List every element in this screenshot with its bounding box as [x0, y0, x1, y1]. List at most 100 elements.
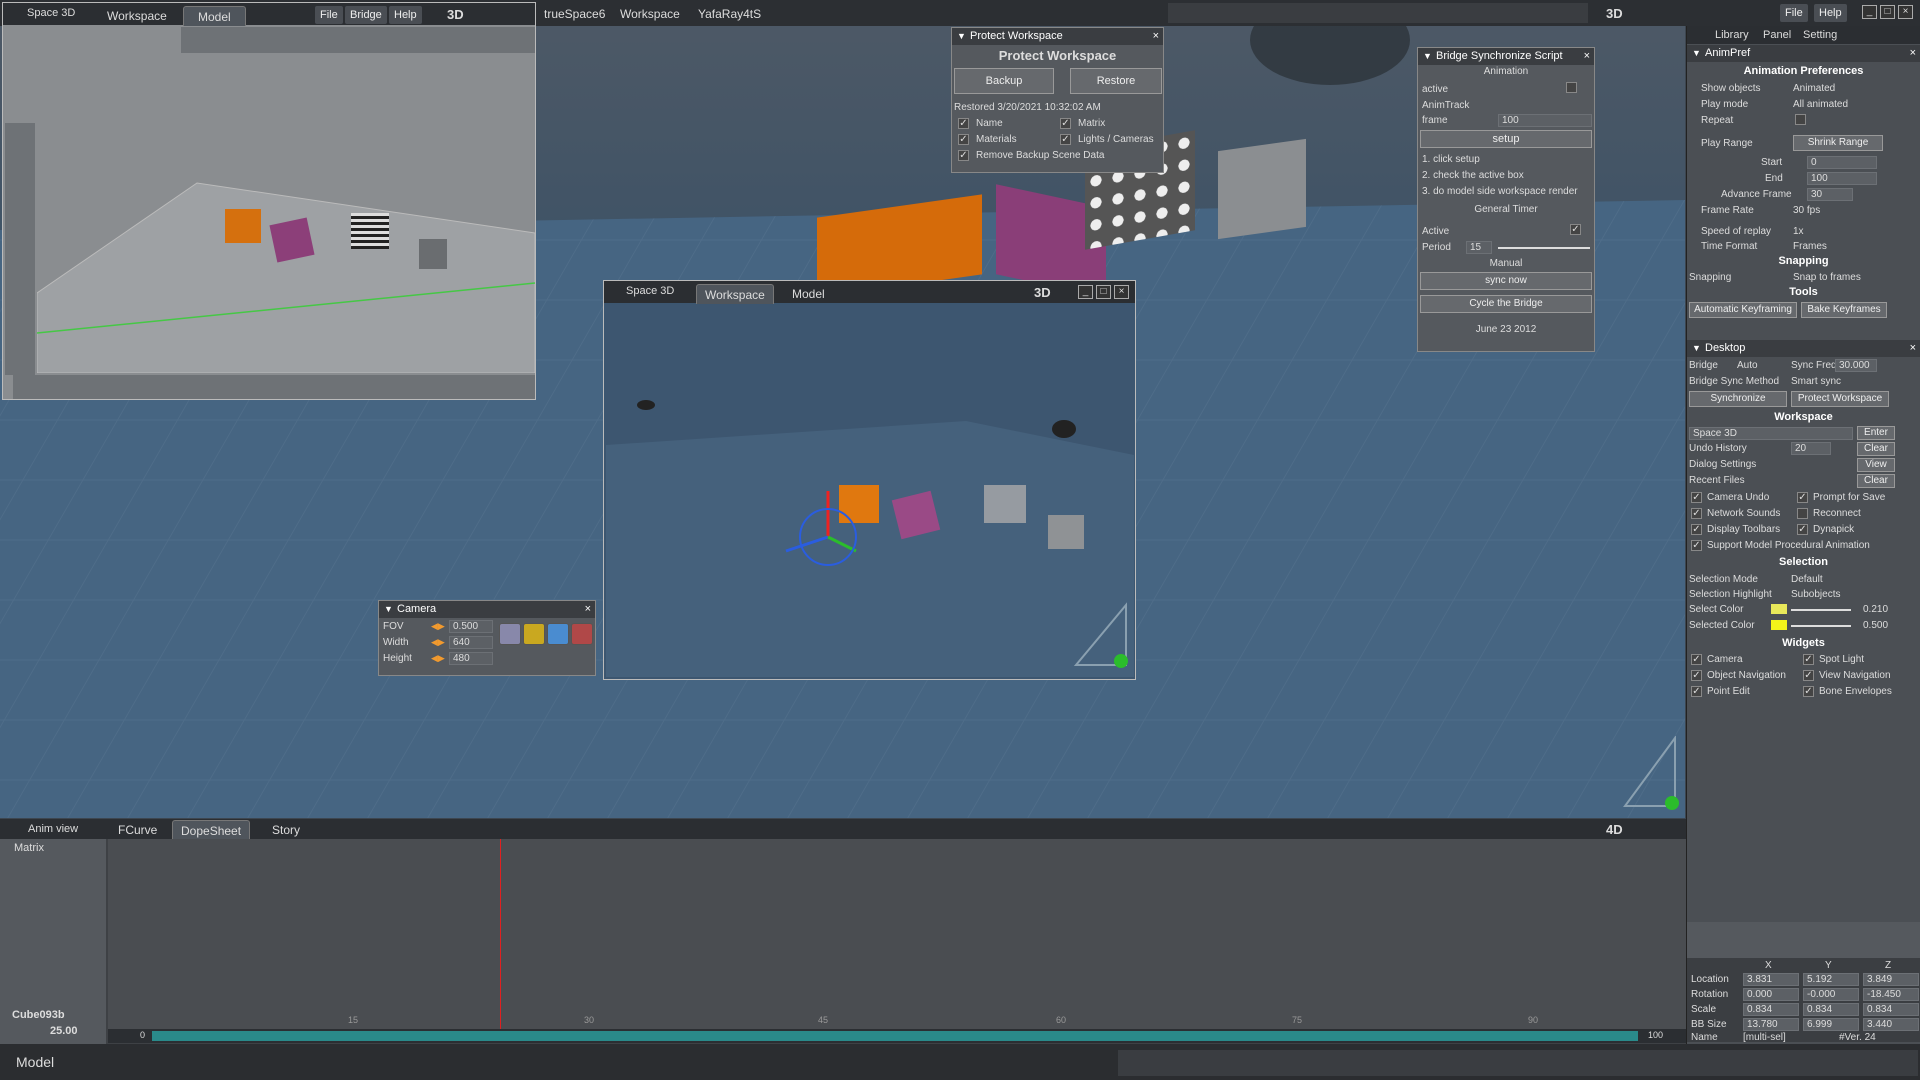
prompt-save-checkbox[interactable]: ✓ — [1797, 492, 1808, 503]
close-icon[interactable]: × — [1910, 45, 1916, 62]
bridge-value[interactable]: Auto — [1737, 360, 1758, 371]
undo-history-value[interactable]: 20 — [1791, 442, 1831, 455]
bridge-sync-method-value[interactable]: Smart sync — [1791, 376, 1841, 387]
fov-value[interactable]: 0.500 — [449, 620, 493, 633]
location-x[interactable]: 3.831 — [1743, 973, 1799, 986]
tab-library[interactable]: Library — [1715, 29, 1749, 41]
width-arrows-icon[interactable]: ◀▶ — [431, 637, 445, 648]
height-arrows-icon[interactable]: ◀▶ — [431, 653, 445, 664]
tab-dopesheet[interactable]: DopeSheet — [172, 820, 251, 840]
remove-backup-checkbox[interactable]: ✓ — [958, 150, 969, 161]
reconnect-checkbox[interactable] — [1797, 508, 1808, 519]
cycle-bridge-button[interactable]: Cycle the Bridge — [1420, 295, 1592, 313]
mini-menu-help[interactable]: Help — [389, 6, 422, 24]
camera-icon[interactable] — [547, 623, 569, 645]
restore-button[interactable]: Restore — [1070, 68, 1162, 94]
close-button[interactable]: × — [1898, 5, 1913, 19]
menu-file[interactable]: File — [1780, 4, 1808, 22]
fov-arrows-icon[interactable]: ◀▶ — [431, 621, 445, 632]
clear-undo-button[interactable]: Clear — [1857, 442, 1895, 456]
point-edit-checkbox[interactable]: ✓ — [1691, 686, 1702, 697]
axes-icon[interactable] — [571, 623, 593, 645]
tab-setting[interactable]: Setting — [1803, 29, 1837, 41]
light-icon[interactable] — [523, 623, 545, 645]
protect-workspace-button[interactable]: Protect Workspace — [1791, 391, 1889, 407]
view-navigation-checkbox[interactable]: ✓ — [1803, 670, 1814, 681]
close-icon[interactable]: × — [585, 601, 591, 618]
playhead[interactable] — [500, 839, 501, 1029]
bbsize-x[interactable]: 13.780 — [1743, 1018, 1799, 1031]
nav-widget-main[interactable] — [1620, 736, 1680, 812]
backup-button[interactable]: Backup — [954, 68, 1054, 94]
camera-widget-checkbox[interactable]: ✓ — [1691, 654, 1702, 665]
tab-story[interactable]: Story — [264, 820, 308, 840]
active-checkbox[interactable] — [1566, 82, 1577, 93]
time-format-value[interactable]: Frames — [1793, 241, 1827, 252]
selected-color-slider[interactable] — [1791, 625, 1851, 627]
menu-help[interactable]: Help — [1814, 4, 1847, 22]
frame-value[interactable]: 100 — [1498, 114, 1592, 127]
current-frame[interactable]: 25.00 — [50, 1025, 78, 1037]
selection-highlight-value[interactable]: Subobjects — [1791, 589, 1840, 600]
play-mode-value[interactable]: All animated — [1793, 99, 1848, 110]
sync-freq-value[interactable]: 30.000 — [1835, 359, 1877, 372]
selected-color-swatch[interactable] — [1771, 620, 1787, 630]
space-3d-field[interactable]: Space 3D — [1689, 427, 1853, 440]
location-y[interactable]: 5.192 — [1803, 973, 1859, 986]
close-icon[interactable]: × — [1910, 340, 1916, 357]
tab-fcurve[interactable]: FCurve — [110, 820, 165, 840]
render-minimize-button[interactable]: _ — [1078, 285, 1093, 299]
object-navigation-checkbox[interactable]: ✓ — [1691, 670, 1702, 681]
tab-truespace6[interactable]: trueSpace6 — [536, 4, 613, 24]
lights-checkbox[interactable]: ✓ — [1060, 134, 1071, 145]
tab-panel[interactable]: Panel — [1763, 29, 1791, 41]
mini-menu-bridge[interactable]: Bridge — [345, 6, 387, 24]
mini-grey-cube[interactable] — [419, 239, 447, 269]
synchronize-button[interactable]: Synchronize — [1689, 391, 1787, 407]
snapping-value[interactable]: Snap to frames — [1793, 272, 1861, 283]
name-value[interactable]: [multi-sel] — [1743, 1032, 1786, 1043]
rotation-z[interactable]: -18.450 — [1863, 988, 1919, 1001]
close-icon[interactable]: × — [1153, 28, 1159, 45]
matrix-checkbox[interactable]: ✓ — [1060, 118, 1071, 129]
close-icon[interactable]: × — [1584, 48, 1590, 65]
mini-orange-cube[interactable] — [225, 209, 261, 243]
automatic-keyframing-button[interactable]: Automatic Keyframing — [1689, 302, 1797, 318]
advance-frame-value[interactable]: 30 — [1807, 188, 1853, 201]
speed-replay-value[interactable]: 1x — [1793, 226, 1804, 237]
dynapick-checkbox[interactable]: ✓ — [1797, 524, 1808, 535]
mini-grid-cube[interactable] — [351, 213, 389, 249]
main-mode-3d[interactable]: 3D — [1606, 6, 1623, 21]
end-value[interactable]: 100 — [1807, 172, 1877, 185]
tab-workspace[interactable]: Workspace — [612, 4, 688, 24]
location-z[interactable]: 3.849 — [1863, 973, 1919, 986]
clear-recent-button[interactable]: Clear — [1857, 474, 1895, 488]
width-value[interactable]: 640 — [449, 636, 493, 649]
bbsize-z[interactable]: 3.440 — [1863, 1018, 1919, 1031]
scale-x[interactable]: 0.834 — [1743, 1003, 1799, 1016]
mini-mode-3d[interactable]: 3D — [447, 7, 464, 22]
scale-y[interactable]: 0.834 — [1803, 1003, 1859, 1016]
render-maximize-button[interactable]: □ — [1096, 285, 1111, 299]
show-objects-value[interactable]: Animated — [1793, 83, 1835, 94]
grid-icon[interactable] — [499, 623, 521, 645]
matrix-track[interactable]: Matrix — [14, 842, 44, 854]
render-close-button[interactable]: × — [1114, 285, 1129, 299]
name-checkbox[interactable]: ✓ — [958, 118, 969, 129]
dopesheet-area[interactable]: 15 30 45 60 75 90 — [108, 839, 1686, 1029]
mini-tab-workspace[interactable]: Workspace — [99, 6, 175, 26]
spot-light-checkbox[interactable]: ✓ — [1803, 654, 1814, 665]
select-color-slider[interactable] — [1791, 609, 1851, 611]
tab-yafaray[interactable]: YafaRay4tS — [690, 4, 769, 24]
repeat-checkbox[interactable] — [1795, 114, 1806, 125]
maximize-button[interactable]: □ — [1880, 5, 1895, 19]
display-toolbars-checkbox[interactable]: ✓ — [1691, 524, 1702, 535]
period-slider[interactable] — [1498, 247, 1590, 249]
setup-button[interactable]: setup — [1420, 130, 1592, 148]
mini-purple-cube[interactable] — [269, 217, 315, 263]
start-value[interactable]: 0 — [1807, 156, 1877, 169]
timeline-mode-4d[interactable]: 4D — [1606, 822, 1623, 837]
mini-menu-file[interactable]: File — [315, 6, 343, 24]
render-tab-workspace[interactable]: Workspace — [696, 284, 774, 304]
bake-keyframes-button[interactable]: Bake Keyframes — [1801, 302, 1887, 318]
